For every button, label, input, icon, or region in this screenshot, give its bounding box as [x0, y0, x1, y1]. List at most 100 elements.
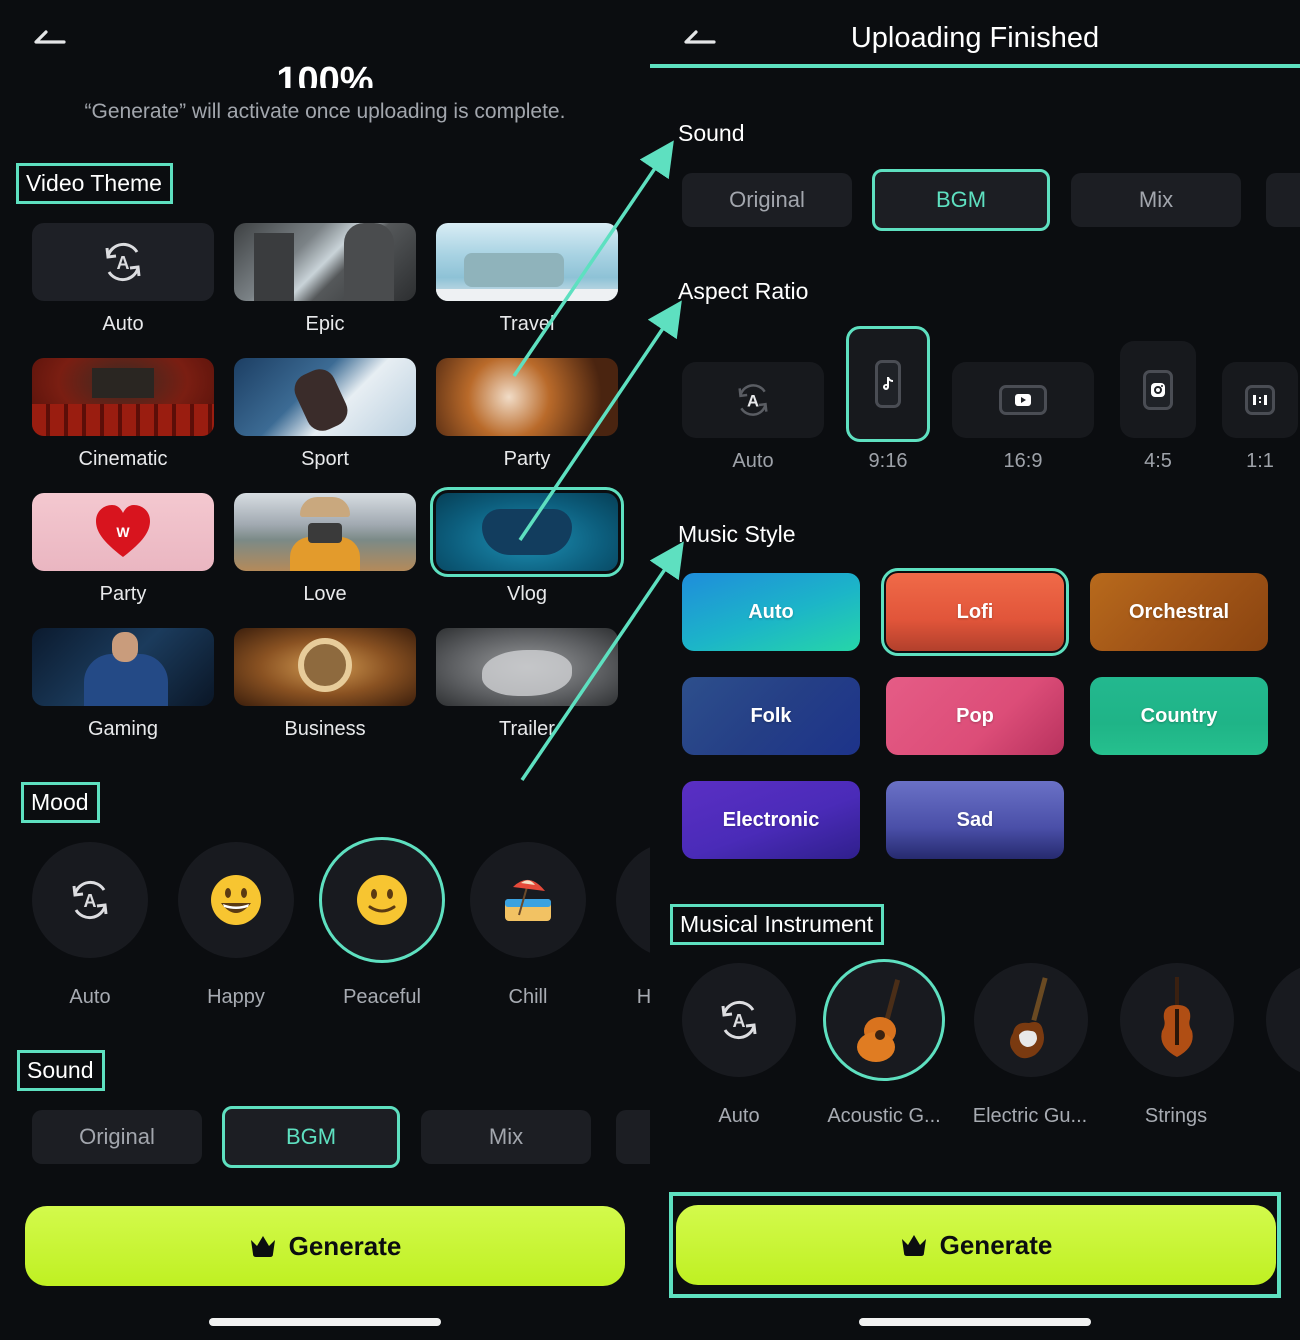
svg-text:A: A [733, 1011, 746, 1031]
theme-label: Travel [499, 313, 555, 335]
mood-peaceful[interactable] [319, 837, 445, 963]
music-style-pop[interactable]: Pop [886, 677, 1064, 755]
theme-card-vlog[interactable] [430, 487, 624, 577]
aspect-9-16[interactable] [846, 326, 930, 442]
sound-option-original[interactable]: Original [32, 1110, 202, 1164]
theme-label: Cinematic [78, 448, 168, 470]
theme-card-auto[interactable]: A [32, 223, 214, 301]
music-style-label: Auto [748, 600, 794, 623]
theme-label: Party [503, 448, 551, 470]
slightly-smiling-face-icon [357, 875, 407, 925]
music-style-country[interactable]: Country [1090, 677, 1268, 755]
instrument-acoustic-guitar[interactable] [823, 959, 945, 1081]
electric-guitar-icon [1010, 977, 1048, 1059]
instrument-label: S [1226, 1105, 1300, 1128]
video-theme-heading: Video Theme [16, 163, 173, 204]
beach-umbrella-icon [505, 879, 551, 921]
mood-heading: Mood [21, 782, 100, 823]
music-style-label: Lofi [956, 600, 994, 623]
mood-chill[interactable] [470, 842, 586, 958]
svg-text:W: W [116, 524, 130, 540]
music-style-folk[interactable]: Folk [682, 677, 860, 755]
aspect-auto[interactable]: A [682, 362, 824, 438]
sound-option-mix[interactable]: Mix [1071, 173, 1241, 227]
generate-button[interactable]: Generate [676, 1205, 1276, 1285]
sound-option-bgm[interactable]: BGM [872, 169, 1050, 231]
music-style-sad[interactable]: Sad [886, 781, 1064, 859]
mood-happy[interactable] [178, 842, 294, 958]
instrument-electric-guitar[interactable] [974, 963, 1088, 1077]
home-indicator [209, 1318, 441, 1326]
instrument-partial[interactable] [1266, 963, 1300, 1077]
instrument-strings[interactable] [1120, 963, 1234, 1077]
mood-partial[interactable] [616, 842, 650, 958]
theme-label: Sport [301, 448, 349, 470]
music-style-label: Country [1140, 704, 1218, 727]
violin-icon [1161, 977, 1193, 1057]
theme-label: Epic [305, 313, 345, 335]
grinning-face-icon [211, 875, 261, 925]
theme-label: Party [99, 583, 147, 605]
aspect-16-9[interactable] [952, 362, 1094, 438]
aspect-label: Auto [732, 450, 774, 472]
theme-card-party-heart[interactable]: W [32, 493, 214, 571]
music-style-heading: Music Style [678, 521, 796, 547]
svg-text:A: A [747, 392, 759, 411]
generate-label: Generate [939, 1229, 1053, 1260]
sound-option-original[interactable]: Original [682, 173, 852, 227]
theme-card-business[interactable] [234, 628, 416, 706]
theme-card-gaming[interactable] [32, 628, 214, 706]
auto-icon: A [738, 384, 768, 416]
auto-icon: A [105, 242, 141, 282]
heart-image: W [96, 505, 150, 557]
sound-option-bgm[interactable]: BGM [222, 1106, 400, 1168]
theme-label: Trailer [499, 718, 555, 740]
crown-icon [250, 1236, 275, 1257]
music-style-lofi[interactable]: Lofi [881, 568, 1069, 656]
sound-option-partial[interactable] [1266, 173, 1300, 227]
sound-heading: Sound [678, 120, 745, 146]
theme-card-party[interactable] [436, 358, 618, 436]
theme-card-love[interactable] [234, 493, 416, 571]
auto-icon: A [72, 880, 108, 920]
instrument-auto[interactable]: A [682, 963, 796, 1077]
theme-label: Gaming [87, 718, 159, 740]
instrument-label: Strings [1144, 1105, 1208, 1127]
generate-button[interactable]: Generate [25, 1206, 625, 1286]
mood-label: Happy [207, 986, 265, 1008]
square-ratio-icon [1253, 395, 1267, 405]
theme-label: Auto [102, 313, 144, 335]
aspect-1-1[interactable] [1222, 362, 1298, 438]
theme-card-sport[interactable] [234, 358, 416, 436]
theme-card-trailer[interactable] [436, 628, 618, 706]
theme-label: Vlog [506, 583, 548, 605]
sound-option-mix[interactable]: Mix [421, 1110, 591, 1164]
auto-icon: A [721, 1000, 757, 1040]
mood-auto[interactable]: A [32, 842, 148, 958]
right-screen: Uploading Finished Sound Original BGM Mi… [650, 0, 1300, 1340]
svg-text:A: A [117, 253, 130, 273]
music-style-electronic[interactable]: Electronic [682, 781, 860, 859]
back-arrow-icon[interactable] [32, 30, 66, 46]
mood-label: Auto [69, 986, 111, 1008]
theme-card-epic[interactable] [234, 223, 416, 301]
aspect-4-5[interactable] [1120, 341, 1196, 438]
music-style-label: Sad [956, 808, 994, 831]
generate-label: Generate [288, 1230, 402, 1261]
sound-option-partial[interactable] [616, 1110, 650, 1164]
tiktok-icon [883, 377, 893, 390]
aspect-label: 9:16 [868, 450, 908, 472]
instrument-label: Auto [718, 1105, 760, 1127]
theme-card-cinematic[interactable] [32, 358, 214, 436]
aspect-label: 4:5 [1144, 450, 1172, 472]
instagram-icon [1151, 382, 1165, 397]
mood-label: Peaceful [343, 986, 421, 1008]
instrument-label: Electric Gu... [972, 1105, 1088, 1127]
youtube-icon [1015, 394, 1031, 406]
music-style-orchestral[interactable]: Orchestral [1090, 573, 1268, 651]
upload-progress-text: 100% [276, 60, 374, 88]
music-style-auto[interactable]: Auto [682, 573, 860, 651]
theme-card-travel[interactable] [436, 223, 618, 301]
svg-text:A: A [84, 891, 97, 911]
theme-label: Business [284, 718, 366, 740]
